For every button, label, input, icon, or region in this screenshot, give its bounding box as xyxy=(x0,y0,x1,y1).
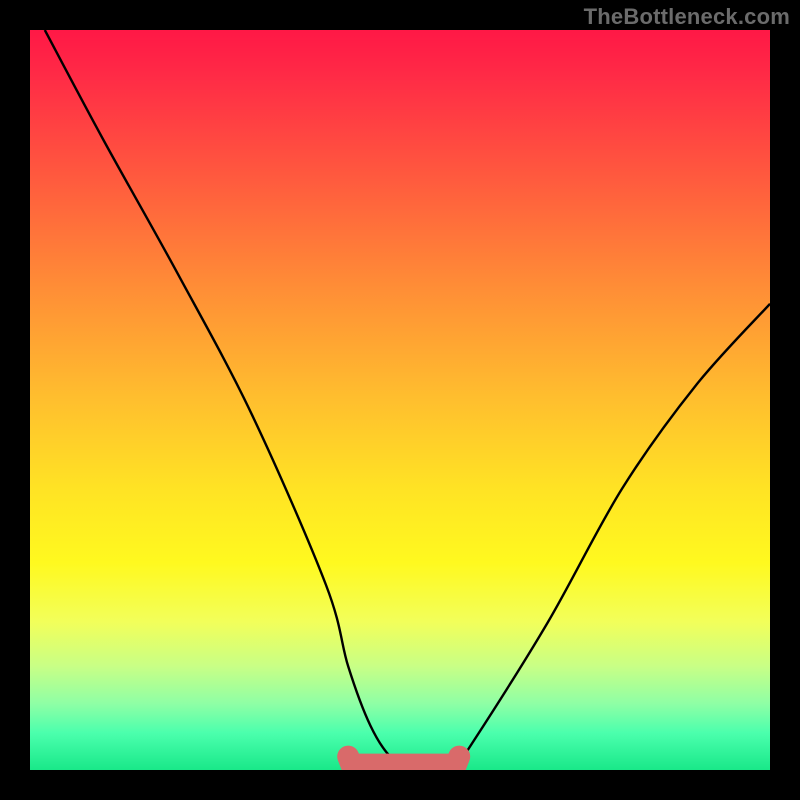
accent-blob-right xyxy=(455,757,459,767)
chart-svg xyxy=(30,30,770,770)
watermark-text: TheBottleneck.com xyxy=(584,4,790,30)
plot-area xyxy=(30,30,770,770)
curve-path xyxy=(45,30,770,767)
chart-frame: TheBottleneck.com xyxy=(0,0,800,800)
